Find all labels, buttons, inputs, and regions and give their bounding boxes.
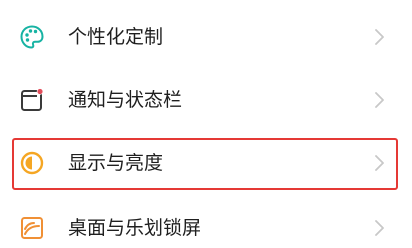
- settings-item-personalization[interactable]: 个性化定制: [0, 9, 412, 65]
- settings-item-label: 通知与状态栏: [68, 89, 183, 111]
- brightness-icon: [18, 149, 46, 177]
- settings-item-notifications[interactable]: 通知与状态栏: [0, 72, 412, 128]
- settings-item-desktop-lockscreen[interactable]: 桌面与乐划锁屏: [0, 200, 412, 248]
- chevron-right-icon: [372, 218, 386, 238]
- palette-icon: [18, 23, 46, 51]
- settings-item-label: 桌面与乐划锁屏: [68, 217, 202, 239]
- chevron-right-icon: [372, 27, 386, 47]
- notification-window-icon: [18, 86, 46, 114]
- settings-item-label: 个性化定制: [68, 26, 164, 48]
- settings-item-display-brightness[interactable]: 显示与亮度: [0, 135, 412, 191]
- chevron-right-icon: [372, 90, 386, 110]
- settings-item-label: 显示与亮度: [68, 152, 164, 174]
- settings-list: 个性化定制 通知与状态栏 显示与亮度 桌面与乐划锁屏: [0, 0, 412, 248]
- chevron-right-icon: [372, 153, 386, 173]
- wallpaper-icon: [18, 214, 46, 242]
